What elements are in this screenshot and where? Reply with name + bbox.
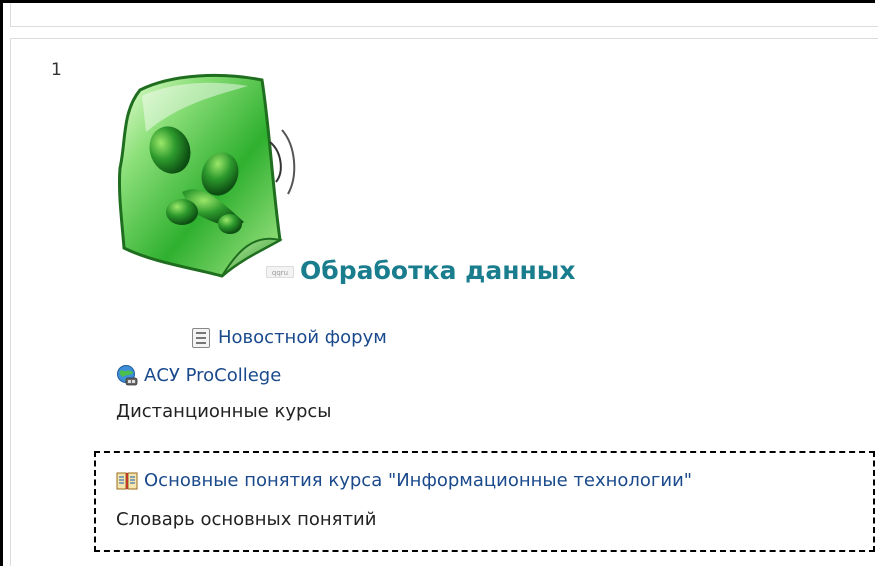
- news-forum-link[interactable]: Новостной форум: [192, 327, 387, 348]
- section-image-icon: qqru: [266, 266, 294, 278]
- glossary-link[interactable]: Основные понятия курса "Информационные т…: [116, 470, 692, 491]
- glossary-description: Словарь основных понятий: [116, 509, 377, 530]
- selection-dashed-box: [94, 451, 875, 552]
- glossary-label[interactable]: Основные понятия курса "Информационные т…: [144, 470, 692, 491]
- url-globe-icon: [117, 365, 138, 386]
- previous-section-strip: [10, 3, 878, 27]
- section-title: Обработка данных: [300, 255, 576, 285]
- book-icon: [116, 472, 138, 489]
- forum-icon: [192, 327, 210, 348]
- section-number: 1: [51, 60, 62, 80]
- procollege-link[interactable]: АСУ ProCollege: [116, 364, 281, 386]
- news-forum-label[interactable]: Новостной форум: [218, 327, 387, 348]
- section-title-row: qqru Обработка данных: [266, 250, 575, 290]
- distance-courses-label: Дистанционные курсы: [116, 401, 332, 422]
- procollege-label[interactable]: АСУ ProCollege: [144, 365, 281, 386]
